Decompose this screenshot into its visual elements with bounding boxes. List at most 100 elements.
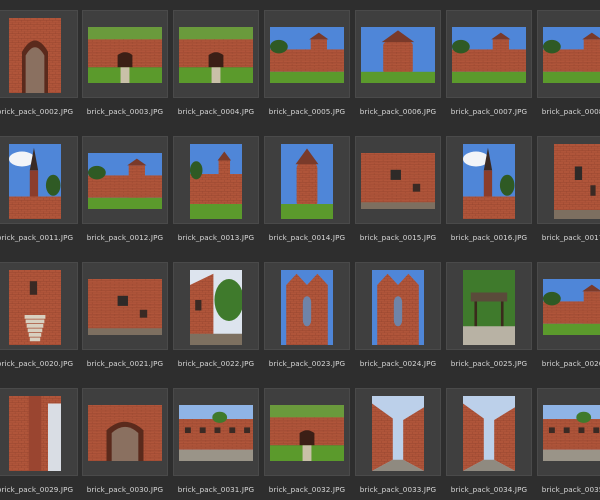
thumbnail-item[interactable]: brick_pack_0023.JPG (264, 258, 350, 376)
thumbnail-image[interactable] (9, 144, 61, 219)
thumbnail-filename: brick_pack_0014.JPG (268, 233, 346, 242)
thumbnail-frame[interactable] (0, 388, 78, 476)
thumbnail-frame[interactable] (264, 388, 350, 476)
thumbnail-frame[interactable] (173, 10, 259, 98)
thumbnail-image[interactable] (88, 279, 162, 335)
thumbnail-frame[interactable] (82, 10, 168, 98)
thumbnail-image[interactable] (88, 405, 162, 461)
thumbnail-frame[interactable] (264, 136, 350, 224)
thumbnail-frame[interactable] (173, 136, 259, 224)
thumbnail-item[interactable]: brick_pack_0014.JPG (264, 132, 350, 250)
thumbnail-filename: brick_pack_0032.JPG (268, 485, 346, 494)
thumbnail-filename: brick_pack_0035.JPG (541, 485, 600, 494)
thumbnail-frame[interactable] (355, 262, 441, 350)
thumbnail-frame[interactable] (537, 388, 600, 476)
thumbnail-frame[interactable] (355, 136, 441, 224)
thumbnail-item[interactable]: brick_pack_0007.JPG (446, 6, 532, 124)
thumbnail-image[interactable] (179, 27, 253, 83)
thumbnail-frame[interactable] (0, 136, 78, 224)
thumbnail-item[interactable]: brick_pack_0013.JPG (173, 132, 259, 250)
thumbnail-image[interactable] (543, 405, 600, 461)
thumbnail-frame[interactable] (0, 262, 78, 350)
thumbnail-image[interactable] (190, 144, 242, 219)
thumbnail-frame[interactable] (82, 262, 168, 350)
thumbnail-item[interactable]: brick_pack_0015.JPG (355, 132, 441, 250)
thumbnail-filename: brick_pack_0023.JPG (268, 359, 346, 368)
thumbnail-item[interactable]: brick_pack_0029.JPG (0, 384, 78, 500)
thumbnail-item[interactable]: brick_pack_0026.JPG (537, 258, 600, 376)
thumbnail-image[interactable] (9, 396, 61, 471)
thumbnail-image[interactable] (452, 27, 526, 83)
thumbnail-item[interactable]: brick_pack_0017.JPG (537, 132, 600, 250)
thumbnail-image[interactable] (543, 27, 600, 83)
thumbnail-frame[interactable] (82, 136, 168, 224)
thumbnail-item[interactable]: brick_pack_0030.JPG (82, 384, 168, 500)
thumbnail-image[interactable] (463, 396, 515, 471)
thumbnail-frame[interactable] (0, 10, 78, 98)
thumbnail-frame[interactable] (82, 388, 168, 476)
thumbnail-item[interactable]: brick_pack_0002.JPG (0, 6, 78, 124)
thumbnail-item[interactable]: brick_pack_0035.JPG (537, 384, 600, 500)
thumbnail-item[interactable]: brick_pack_0004.JPG (173, 6, 259, 124)
thumbnail-image[interactable] (9, 270, 61, 345)
thumbnail-item[interactable]: brick_pack_0016.JPG (446, 132, 532, 250)
thumbnail-filename: brick_pack_0022.JPG (177, 359, 255, 368)
thumbnail-frame[interactable] (446, 388, 532, 476)
thumbnail-filename: brick_pack_0003.JPG (86, 107, 164, 116)
thumbnail-frame[interactable] (173, 388, 259, 476)
thumbnail-image[interactable] (88, 153, 162, 209)
thumbnail-filename: brick_pack_0031.JPG (177, 485, 255, 494)
thumbnail-filename: brick_pack_0020.JPG (0, 359, 74, 368)
thumbnail-item[interactable]: brick_pack_0008.JPG (537, 6, 600, 124)
thumbnail-image[interactable] (554, 144, 600, 219)
thumbnail-filename: brick_pack_0024.JPG (359, 359, 437, 368)
thumbnail-image[interactable] (270, 405, 344, 461)
thumbnail-frame[interactable] (446, 10, 532, 98)
thumbnail-frame[interactable] (264, 10, 350, 98)
thumbnail-item[interactable]: brick_pack_0020.JPG (0, 258, 78, 376)
thumbnail-image[interactable] (9, 18, 61, 93)
thumbnail-item[interactable]: brick_pack_0032.JPG (264, 384, 350, 500)
thumbnail-image[interactable] (543, 279, 600, 335)
thumbnail-item[interactable]: brick_pack_0003.JPG (82, 6, 168, 124)
thumbnail-image[interactable] (179, 405, 253, 461)
thumbnail-filename: brick_pack_0006.JPG (359, 107, 437, 116)
thumbnail-filename: brick_pack_0034.JPG (450, 485, 528, 494)
thumbnail-item[interactable]: brick_pack_0006.JPG (355, 6, 441, 124)
thumbnail-image[interactable] (361, 153, 435, 209)
thumbnail-image[interactable] (270, 27, 344, 83)
thumbnail-filename: brick_pack_0016.JPG (450, 233, 528, 242)
thumbnail-item[interactable]: brick_pack_0005.JPG (264, 6, 350, 124)
thumbnail-item[interactable]: brick_pack_0034.JPG (446, 384, 532, 500)
thumbnail-image[interactable] (372, 270, 424, 345)
thumbnail-filename: brick_pack_0026.JPG (541, 359, 600, 368)
thumbnail-item[interactable]: brick_pack_0024.JPG (355, 258, 441, 376)
thumbnail-filename: brick_pack_0030.JPG (86, 485, 164, 494)
thumbnail-item[interactable]: brick_pack_0021.JPG (82, 258, 168, 376)
thumbnail-frame[interactable] (355, 10, 441, 98)
thumbnail-image[interactable] (281, 144, 333, 219)
thumbnail-image[interactable] (463, 270, 515, 345)
thumbnail-filename: brick_pack_0029.JPG (0, 485, 74, 494)
thumbnail-item[interactable]: brick_pack_0022.JPG (173, 258, 259, 376)
thumbnail-frame[interactable] (264, 262, 350, 350)
thumbnail-item[interactable]: brick_pack_0025.JPG (446, 258, 532, 376)
thumbnail-image[interactable] (88, 27, 162, 83)
thumbnail-image[interactable] (372, 396, 424, 471)
thumbnail-frame[interactable] (537, 262, 600, 350)
thumbnail-frame[interactable] (355, 388, 441, 476)
thumbnail-frame[interactable] (173, 262, 259, 350)
thumbnail-image[interactable] (281, 270, 333, 345)
thumbnail-image[interactable] (361, 27, 435, 83)
thumbnail-frame[interactable] (537, 10, 600, 98)
thumbnail-frame[interactable] (537, 136, 600, 224)
thumbnail-filename: brick_pack_0025.JPG (450, 359, 528, 368)
thumbnail-item[interactable]: brick_pack_0012.JPG (82, 132, 168, 250)
thumbnail-frame[interactable] (446, 136, 532, 224)
thumbnail-image[interactable] (463, 144, 515, 219)
thumbnail-item[interactable]: brick_pack_0011.JPG (0, 132, 78, 250)
thumbnail-item[interactable]: brick_pack_0033.JPG (355, 384, 441, 500)
thumbnail-item[interactable]: brick_pack_0031.JPG (173, 384, 259, 500)
thumbnail-image[interactable] (190, 270, 242, 345)
thumbnail-frame[interactable] (446, 262, 532, 350)
